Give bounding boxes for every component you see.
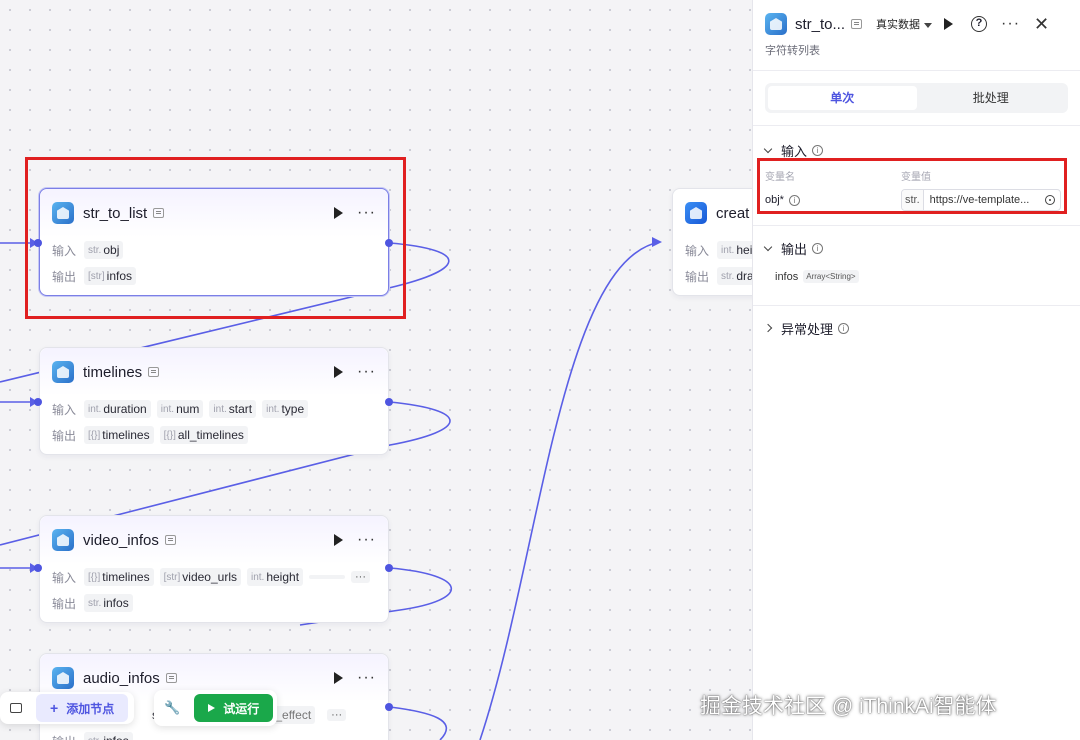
node-header: timelines ···: [40, 348, 388, 396]
node-title: creat: [716, 204, 750, 222]
output-port[interactable]: [385, 398, 393, 406]
template-badge-icon: [164, 535, 176, 545]
more-params-button[interactable]: ···: [351, 571, 370, 583]
help-icon[interactable]: ?: [971, 16, 988, 32]
node-title: audio_infos: [83, 669, 160, 687]
divider: [753, 225, 1080, 226]
node-timelines[interactable]: timelines ··· 输入 int. duration int. num in…: [39, 347, 389, 455]
output-section-header[interactable]: 输出 i: [753, 236, 1080, 260]
code-node-icon: [765, 13, 787, 35]
run-node-icon[interactable]: [334, 366, 344, 378]
panel-title: str_to...: [795, 15, 846, 33]
output-variable: infos Array<String>: [753, 270, 1080, 283]
close-icon[interactable]: ✕: [1034, 15, 1049, 33]
divider: [753, 70, 1080, 71]
code-node-icon: [52, 361, 74, 383]
run-node-icon[interactable]: [334, 672, 344, 684]
info-icon[interactable]: i: [838, 322, 850, 334]
more-icon[interactable]: ···: [357, 670, 376, 686]
minimap-icon[interactable]: [10, 703, 22, 713]
chevron-down-icon: [763, 144, 773, 153]
input-param: int. height: [246, 568, 304, 586]
input-param: [str] video_urls: [159, 568, 241, 586]
error-handling-section-header[interactable]: 异常处理 i: [753, 316, 1080, 340]
output-param: str.infos: [84, 594, 133, 612]
more-icon[interactable]: ···: [1001, 16, 1020, 32]
input-param: [{}] timelines: [84, 568, 154, 586]
input-param: int. start: [209, 400, 257, 418]
node-title: timelines: [83, 363, 143, 381]
wrench-icon[interactable]: 🔧: [164, 700, 180, 716]
tab-single[interactable]: 单次: [768, 86, 917, 110]
node-header: video_infos ···: [40, 516, 388, 564]
code-node-icon: [52, 667, 74, 689]
divider: [753, 125, 1080, 126]
add-node-button[interactable]: + 添加节点: [36, 694, 129, 722]
input-param: int. type: [262, 400, 309, 418]
more-icon[interactable]: ···: [357, 364, 376, 380]
input-param: int. hei: [717, 241, 757, 259]
watermark: 掘金技术社区 @ iThinkAi智能体: [700, 695, 997, 718]
node-output-row: 输出 str.infos: [40, 728, 388, 740]
input-param: int. num: [156, 400, 204, 418]
info-icon[interactable]: i: [812, 144, 824, 156]
test-run-button[interactable]: 试运行: [194, 694, 274, 722]
node-config-panel: str_to... 真实数据 ? ··· ✕ 字符转列表 单次 批处理 输入 i…: [752, 0, 1080, 740]
output-port[interactable]: [385, 564, 393, 572]
video-node-icon: [685, 202, 707, 224]
more-icon[interactable]: ···: [357, 532, 376, 548]
node-input-row: 输入 int. duration int. num int. start int. ty…: [40, 396, 388, 422]
canvas-toolbar-right: 🔧 试运行: [154, 690, 278, 726]
play-icon: [208, 704, 216, 712]
panel-subtitle: 字符转列表: [765, 45, 820, 57]
node-video-infos[interactable]: video_infos ··· 输入 [{}] timelines [str] vi…: [39, 515, 389, 623]
canvas-toolbar-left: + 添加节点: [0, 692, 135, 724]
tab-batch[interactable]: 批处理: [917, 86, 1066, 110]
run-node-icon[interactable]: [334, 534, 344, 546]
output-type-tag: Array<String>: [803, 270, 859, 283]
input-param-overflow: [309, 575, 345, 579]
more-params-button[interactable]: ···: [327, 709, 347, 721]
output-param: [{}] all_timelines: [159, 426, 248, 444]
run-mode-tabs: 单次 批处理: [765, 83, 1068, 113]
plus-icon: +: [50, 700, 59, 716]
output-port[interactable]: [385, 703, 393, 711]
output-param: str.infos: [84, 732, 133, 740]
data-mode-dropdown[interactable]: 真实数据: [876, 16, 933, 32]
panel-header: str_to... 真实数据 ? ··· ✕: [753, 0, 1080, 48]
input-port[interactable]: [34, 564, 42, 572]
highlight-box-input: [757, 158, 1067, 214]
chevron-down-icon: [763, 242, 773, 251]
template-badge-icon: [851, 19, 863, 29]
divider: [753, 305, 1080, 306]
input-param: int. duration: [84, 400, 151, 418]
template-badge-icon: [165, 673, 177, 683]
caret-down-icon: [924, 22, 933, 28]
node-output-row: 输出 str.infos: [40, 590, 388, 616]
output-param: [{}] timelines: [84, 426, 154, 444]
node-title: video_infos: [83, 531, 159, 549]
run-icon[interactable]: [944, 18, 954, 30]
input-port[interactable]: [34, 398, 42, 406]
node-input-row: 输入 [{}] timelines [str] video_urls int. hei…: [40, 564, 388, 590]
node-output-row: 输出 [{}] timelines [{}] all_timelines: [40, 422, 388, 448]
chevron-right-icon: [763, 323, 773, 333]
template-badge-icon: [148, 367, 160, 377]
code-node-icon: [52, 529, 74, 551]
info-icon[interactable]: i: [812, 242, 824, 254]
highlight-box-node: [25, 157, 406, 319]
